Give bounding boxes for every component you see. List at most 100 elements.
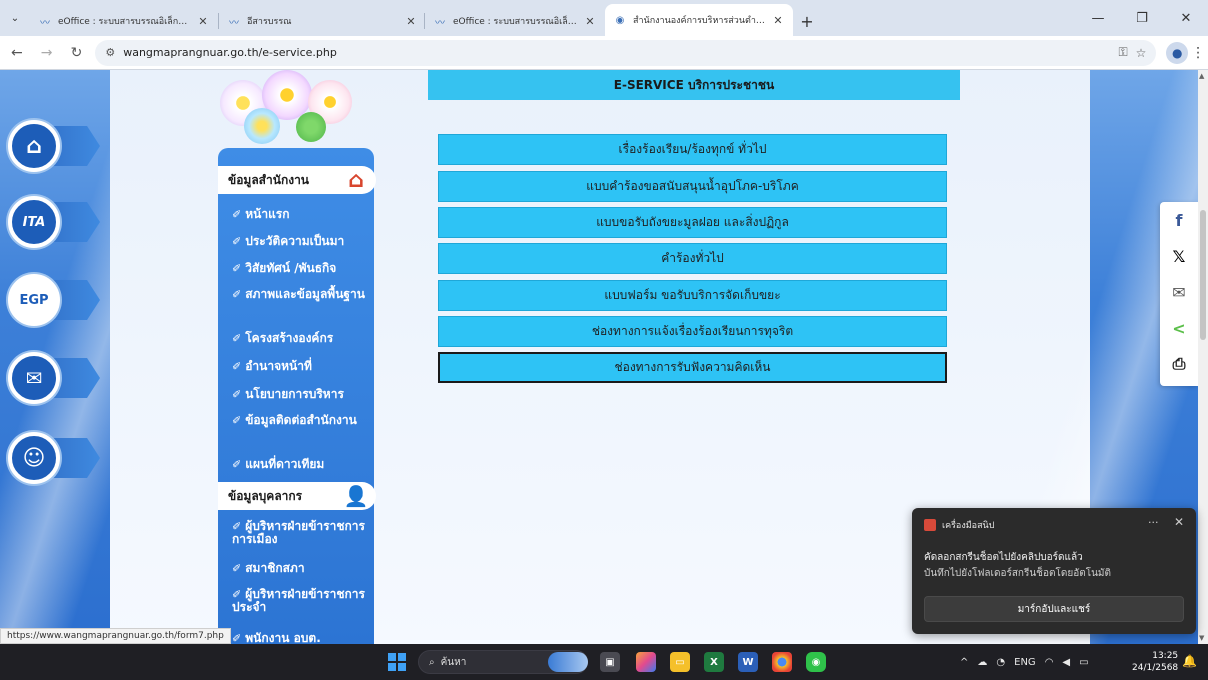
close-notification-icon[interactable]: ✕ — [1174, 515, 1184, 529]
browser-tab[interactable]: 〰 eOffice : ระบบสารบรรณอิเล็กทรอนิก ✕ — [425, 6, 605, 36]
eservice-button-corruption[interactable]: ช่องทางการแจ้งเรื่องร้องเรียนการทุจริต — [438, 316, 947, 347]
onedrive-icon[interactable]: ☁ — [977, 657, 987, 668]
url-field[interactable]: ⚙ wangmaprangnuar.go.th/e-service.php ⚿ … — [95, 39, 1157, 66]
browser-tab[interactable]: 〰 อีสารบรรณ — [219, 6, 404, 36]
minimize-icon[interactable]: — — [1076, 0, 1120, 36]
line-app-icon[interactable]: ◉ — [806, 652, 826, 672]
close-tab-icon[interactable]: ✕ — [404, 15, 418, 28]
menu-label: แผนที่ดาวเทียม — [245, 457, 325, 471]
network-activity-icon[interactable]: ◔ — [996, 657, 1005, 668]
pencil-icon: ✐ — [232, 235, 242, 248]
mail-link[interactable]: ✉ — [8, 350, 100, 406]
menu-item-map[interactable]: ✐ แผนที่ดาวเทียม — [232, 457, 374, 472]
egp-link[interactable]: EGP — [8, 272, 100, 328]
page-scrollbar[interactable]: ▲ ▼ — [1198, 70, 1208, 644]
eservice-button-waste-bin[interactable]: แบบขอรับถังขยะมูลฝอย และสิ่งปฏิกูล — [438, 207, 947, 238]
notification-bell-icon[interactable]: 🔔 — [1182, 654, 1197, 668]
menu-item-council-members[interactable]: ✐ สมาชิกสภา — [232, 562, 374, 576]
bookmark-star-icon[interactable]: ☆ — [1136, 46, 1147, 60]
close-tab-icon[interactable]: ✕ — [196, 15, 210, 28]
copilot-icon[interactable] — [636, 652, 656, 672]
tab-search-button[interactable]: ⌄ — [0, 0, 30, 36]
password-key-icon[interactable]: ⚿ — [1118, 45, 1127, 60]
menu-item-vision[interactable]: ✐ วิสัยทัศน์ /พันธกิจ — [232, 262, 374, 276]
address-bar-row: ← → ↻ ⚙ wangmaprangnuar.go.th/e-service.… — [0, 36, 1208, 70]
menu-item-structure[interactable]: ✐ โครงสร้างองค์กร — [232, 331, 374, 346]
globe-icon: ◉ — [615, 14, 625, 26]
eservice-button-water[interactable]: แบบคำร้องขอสนับสนุนน้ำอุปโภค-บริโภค — [438, 171, 947, 202]
menu-item-history[interactable]: ✐ ประวัติความเป็นมา — [232, 235, 374, 249]
menu-label: โครงสร้างองค์กร — [245, 331, 334, 345]
ita-logo: ITA — [8, 196, 60, 248]
weather-widget-icon[interactable] — [548, 652, 588, 672]
system-tray: ^ ☁ ◔ ENG ◠ ◀ ▭ — [960, 644, 1089, 680]
scroll-down-icon[interactable]: ▼ — [1199, 634, 1204, 642]
show-hidden-icons[interactable]: ^ — [960, 657, 968, 668]
share-icon[interactable]: < — [1160, 310, 1198, 346]
snip-notification[interactable]: เครื่องมือสนิป ··· ✕ คัดลอกสกรีนช็อตไปยั… — [912, 508, 1196, 634]
menu-label: พนักงาน อบต. — [245, 631, 321, 645]
windows-start-icon[interactable] — [388, 653, 406, 671]
eservice-button-feedback[interactable]: ช่องทางการรับฟังความคิดเห็น — [438, 352, 947, 383]
menu-item-contact[interactable]: ✐ ข้อมูลติดต่อสำนักงาน — [232, 413, 374, 428]
menu-label: นโยบายการบริหาร — [245, 387, 344, 401]
browser-tab[interactable]: 〰 eOffice : ระบบสารบรรณอิเล็กทรอนิก ✕ — [30, 6, 218, 36]
excel-icon[interactable]: X — [704, 652, 724, 672]
site-info-icon[interactable]: ⚙ — [105, 46, 115, 59]
eservice-button-general-request[interactable]: คำร้องทั่วไป — [438, 243, 947, 274]
email-icon[interactable]: ✉ — [1160, 274, 1198, 310]
taskbar-clock[interactable]: 13:25 24/1/2568 — [1132, 650, 1178, 674]
browser-tab-active[interactable]: ◉ สำนักงานองค์การบริหารส่วนตำบลวัง ✕ — [605, 4, 793, 36]
pencil-icon: ✐ — [232, 360, 242, 373]
language-indicator[interactable]: ENG — [1014, 657, 1036, 668]
user-link[interactable]: ☺ — [8, 430, 100, 486]
wifi-icon[interactable]: ◠ — [1045, 657, 1054, 668]
menu-item-authority[interactable]: ✐ อำนาจหน้าที่ — [232, 360, 374, 374]
snipping-tool-icon — [924, 519, 936, 531]
scroll-up-icon[interactable]: ▲ — [1199, 72, 1204, 80]
word-icon[interactable]: W — [738, 652, 758, 672]
menu-item-permanent-executives[interactable]: ✐ ผู้บริหารฝ่ายข้าราชการประจำ — [232, 588, 374, 614]
browser-menu-icon[interactable]: ⋮ — [1188, 45, 1208, 61]
notification-body: บันทึกไปยังโฟลเดอร์สกรีนช็อตโดยอัตโนมัติ — [924, 568, 1111, 579]
menu-label: ผู้บริหารฝ่ายข้าราชการประจำ — [232, 587, 365, 614]
close-tab-icon[interactable]: ✕ — [771, 14, 785, 27]
file-explorer-icon[interactable]: ▭ — [670, 652, 690, 672]
volume-icon[interactable]: ◀ — [1062, 657, 1070, 668]
profile-avatar[interactable]: ● — [1166, 41, 1189, 64]
reload-icon[interactable]: ↻ — [64, 40, 90, 66]
back-icon[interactable]: ← — [4, 40, 30, 66]
pencil-icon: ✐ — [232, 458, 242, 471]
pencil-icon: ✐ — [232, 388, 242, 401]
menu-item-political-executives[interactable]: ✐ ผู้บริหารฝ่ายข้าราชการการเมือง — [232, 520, 374, 546]
print-icon[interactable]: ⎙ — [1160, 346, 1198, 382]
home-link[interactable]: ⌂ — [8, 118, 100, 174]
restore-icon[interactable]: ❐ — [1120, 0, 1164, 36]
eservice-button-complaint[interactable]: เรื่องร้องเรียน/ร้องทุกข์ ทั่วไป — [438, 134, 947, 165]
markup-share-button[interactable]: มาร์กอัปและแชร์ — [924, 596, 1184, 622]
chrome-icon[interactable] — [772, 652, 792, 672]
menu-item-basic-info[interactable]: ✐ สภาพและข้อมูลพื้นฐาน — [232, 288, 374, 302]
eoffice-icon: 〰 — [40, 17, 50, 29]
task-view-icon[interactable]: ▣ — [600, 652, 620, 672]
facebook-icon[interactable]: f — [1160, 202, 1198, 238]
pencil-icon: ✐ — [232, 262, 242, 275]
person-icon: 👤 — [343, 484, 369, 508]
mail-icon: ✉ — [8, 352, 60, 404]
forward-icon[interactable]: → — [34, 40, 60, 66]
ita-link[interactable]: ITA — [8, 194, 100, 250]
close-tab-icon[interactable]: ✕ — [583, 15, 597, 28]
new-tab-button[interactable]: + — [793, 6, 821, 36]
menu-item-policy[interactable]: ✐ นโยบายการบริหาร — [232, 387, 374, 402]
menu-item-home[interactable]: ✐ หน้าแรก — [232, 208, 374, 222]
more-options-icon[interactable]: ··· — [1148, 516, 1159, 529]
scroll-thumb[interactable] — [1200, 210, 1206, 340]
house-icon: ⌂ — [348, 167, 364, 193]
close-window-icon[interactable]: ✕ — [1164, 0, 1208, 36]
battery-icon[interactable]: ▭ — [1079, 657, 1088, 668]
eservice-button-garbage-form[interactable]: แบบฟอร์ม ขอรับบริการจัดเก็บขยะ — [438, 280, 947, 311]
x-icon[interactable]: 𝕏 — [1160, 238, 1198, 274]
menu-label: ข้อมูลติดต่อสำนักงาน — [245, 413, 357, 427]
tab-close-area[interactable]: ✕ — [404, 6, 424, 36]
menu-item-staff[interactable]: ✐ พนักงาน อบต. — [232, 631, 374, 645]
